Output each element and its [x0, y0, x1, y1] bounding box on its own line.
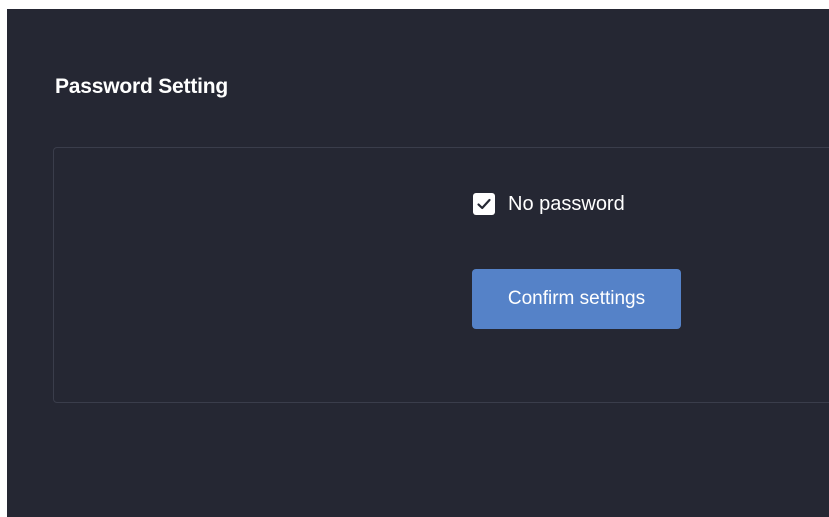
window-top-edge [0, 0, 829, 9]
confirm-settings-button[interactable]: Confirm settings [472, 269, 681, 329]
window-left-edge [0, 9, 7, 517]
no-password-checkbox[interactable] [473, 193, 495, 215]
password-setting-panel: Password Setting No password Confirm set… [7, 9, 829, 517]
checkmark-icon [477, 198, 491, 210]
page-title: Password Setting [55, 75, 229, 98]
no-password-option[interactable]: No password [473, 193, 625, 215]
no-password-label: No password [508, 192, 625, 215]
settings-card: No password Confirm settings [53, 147, 829, 403]
